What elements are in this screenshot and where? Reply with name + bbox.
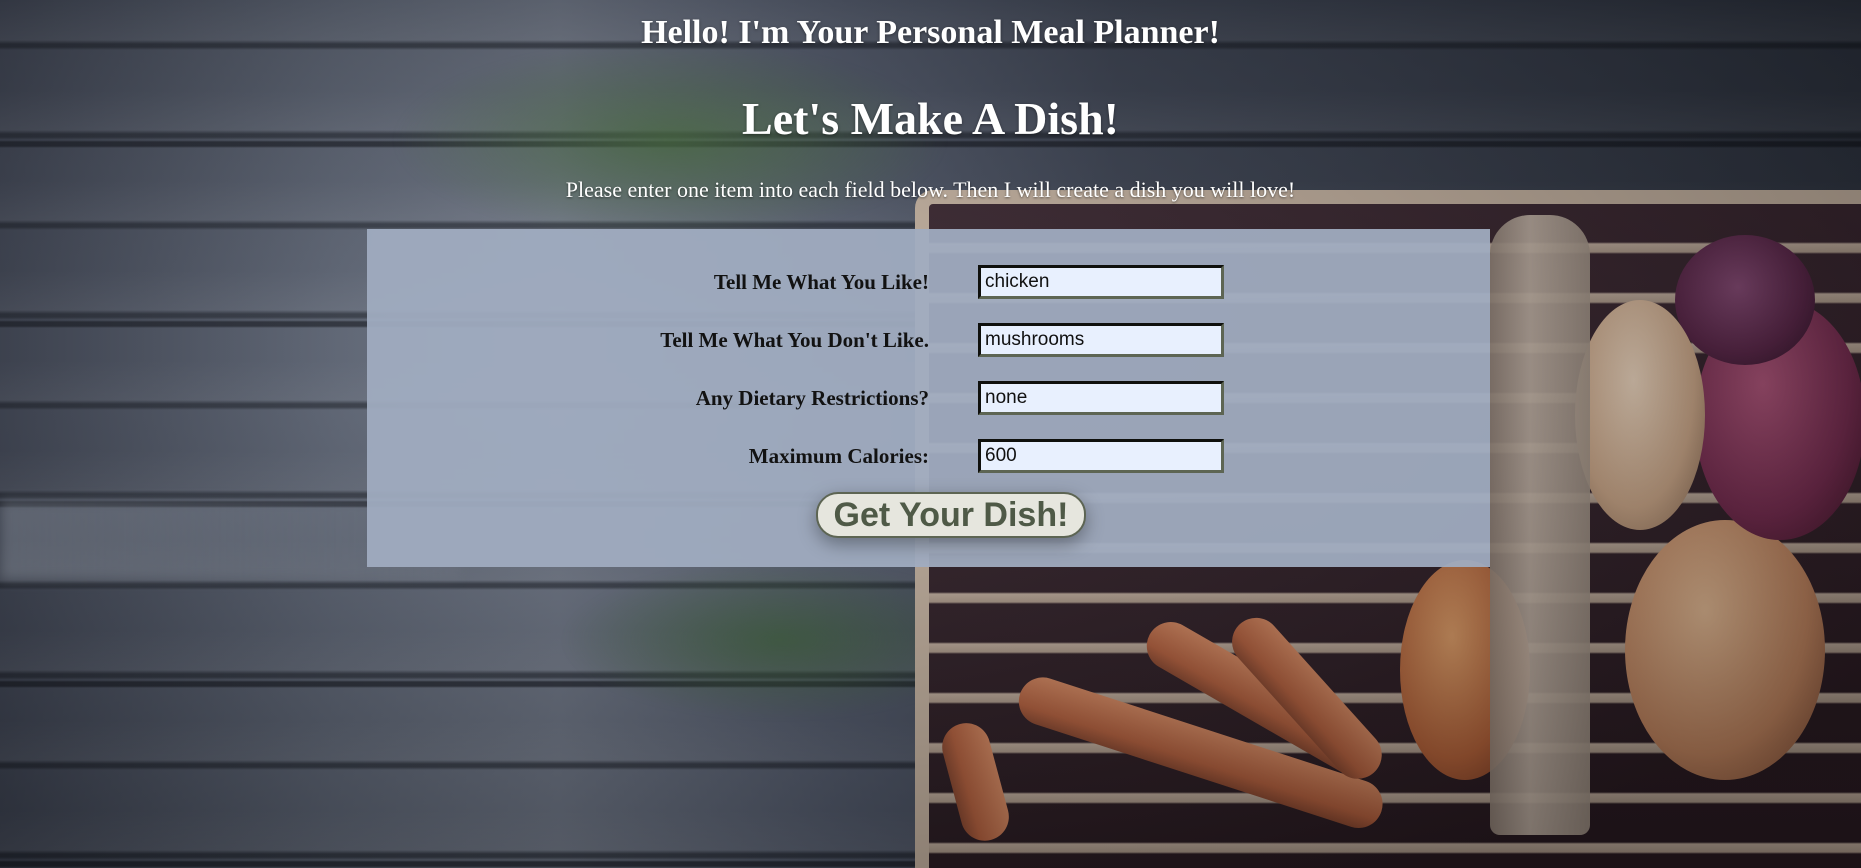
greeting-heading: Hello! I'm Your Personal Meal Planner! xyxy=(641,14,1220,51)
meal-planner-form: Tell Me What You Like! Tell Me What You … xyxy=(367,229,1490,567)
dietary-restrictions-input[interactable] xyxy=(978,381,1224,415)
dislikes-row: Tell Me What You Don't Like. xyxy=(367,323,1490,361)
instructions-text: Please enter one item into each field be… xyxy=(565,177,1296,202)
dislikes-label: Tell Me What You Don't Like. xyxy=(660,328,929,352)
likes-label: Tell Me What You Like! xyxy=(713,270,929,294)
max-calories-input[interactable] xyxy=(978,439,1224,473)
calories-row: Maximum Calories: xyxy=(367,439,1490,477)
get-your-dish-button[interactable]: Get Your Dish! xyxy=(816,492,1086,538)
calories-label: Maximum Calories: xyxy=(748,444,929,468)
likes-row: Tell Me What You Like! xyxy=(367,265,1490,303)
restrictions-label: Any Dietary Restrictions? xyxy=(695,386,929,410)
restrictions-row: Any Dietary Restrictions? xyxy=(367,381,1490,419)
dislikes-input[interactable] xyxy=(978,323,1224,357)
likes-input[interactable] xyxy=(978,265,1224,299)
page-title: Let's Make A Dish! xyxy=(742,93,1119,144)
